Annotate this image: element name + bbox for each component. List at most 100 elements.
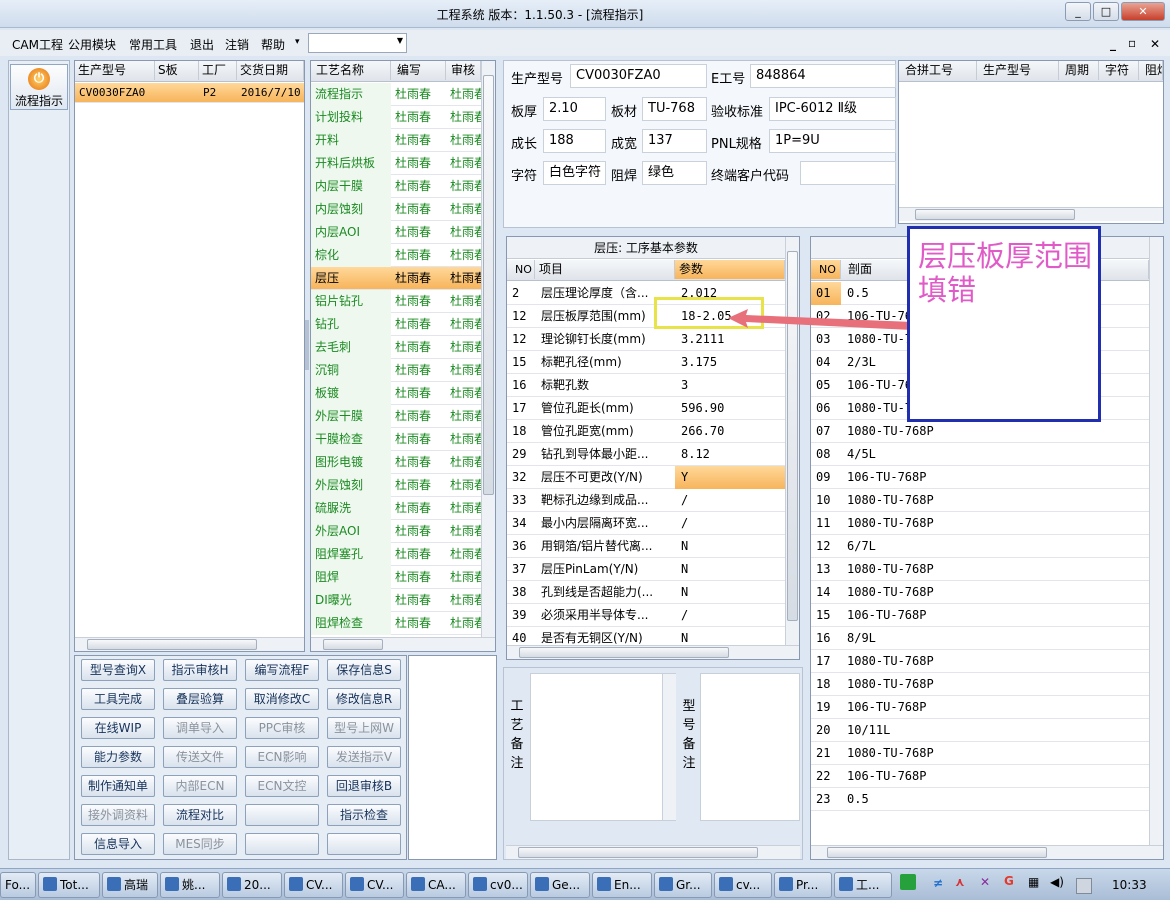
table-row[interactable]: 内层干膜 杜雨春 杜雨春 xyxy=(311,175,481,198)
material-field[interactable]: TU-768 xyxy=(642,97,707,121)
table-row[interactable]: 去毛刺 杜雨春 杜雨春 xyxy=(311,336,481,359)
scroll-thumb[interactable] xyxy=(915,209,1075,220)
menu-tools[interactable]: 常用工具 xyxy=(129,36,177,53)
table-row[interactable]: 10 1080-TU-768P xyxy=(811,489,1149,512)
taskbar-button[interactable]: CV... xyxy=(345,872,404,898)
stack-grid-vscrollbar[interactable] xyxy=(1149,237,1163,845)
table-row[interactable]: 23 0.5 xyxy=(811,788,1149,811)
pnl-field[interactable]: 1P=9U xyxy=(769,129,896,153)
col-header-cycle[interactable]: 周期 xyxy=(1059,61,1099,80)
table-row[interactable]: 14 1080-TU-768P xyxy=(811,581,1149,604)
part-no-field[interactable]: CV0030FZA0 xyxy=(570,64,707,88)
table-row[interactable]: 板镀 杜雨春 杜雨春 xyxy=(311,382,481,405)
remarks-hscrollbar[interactable] xyxy=(506,845,800,859)
taskbar-button[interactable]: Ge... xyxy=(530,872,590,898)
scroll-thumb[interactable] xyxy=(323,639,383,650)
col-header-no[interactable]: NO xyxy=(811,260,841,279)
col-header-delivery-date[interactable]: 交货日期 xyxy=(237,61,304,80)
table-row[interactable]: 17 1080-TU-768P xyxy=(811,650,1149,673)
thickness-field[interactable]: 2.10 xyxy=(543,97,606,121)
table-row[interactable]: 干膜检查 杜雨春 杜雨春 xyxy=(311,428,481,451)
table-row[interactable]: 16 标靶孔数 3 xyxy=(507,374,785,397)
action-button[interactable]: 工具完成 xyxy=(81,688,155,710)
tray-app-icon[interactable]: G xyxy=(1004,874,1014,888)
action-button[interactable]: 内部ECN xyxy=(163,775,237,797)
remark-vscrollbar[interactable] xyxy=(662,674,676,820)
mdi-close-button[interactable]: ✕ xyxy=(1150,37,1160,51)
merge-grid-hscrollbar[interactable] xyxy=(899,207,1163,221)
table-row[interactable]: 阻焊 杜雨春 杜雨春 xyxy=(311,566,481,589)
mdi-minimize-button[interactable]: _ xyxy=(1110,37,1116,51)
action-button[interactable]: 修改信息R xyxy=(327,688,401,710)
table-row[interactable]: DI曝光 杜雨春 杜雨春 xyxy=(311,589,481,612)
col-header-char[interactable]: 字符 xyxy=(1099,61,1139,80)
blank-button[interactable] xyxy=(245,804,319,826)
table-row[interactable]: 流程指示 杜雨春 杜雨春 xyxy=(311,83,481,106)
table-row[interactable]: 22 106-TU-768P xyxy=(811,765,1149,788)
table-row[interactable]: 29 钻孔到导体最小距... 8.12 xyxy=(507,443,785,466)
table-row[interactable]: 15 标靶孔径(mm) 3.175 xyxy=(507,351,785,374)
taskbar-button[interactable]: En... xyxy=(592,872,652,898)
process-grid-vscrollbar[interactable] xyxy=(481,61,495,637)
taskbar-button[interactable]: cv0... xyxy=(468,872,528,898)
col-header-mask[interactable]: 阻焊 xyxy=(1139,61,1163,80)
taskbar-clock[interactable]: 10:33 xyxy=(1112,878,1147,892)
taskbar-button[interactable]: Pr... xyxy=(774,872,832,898)
table-row[interactable]: 棕化 杜雨春 杜雨春 xyxy=(311,244,481,267)
tray-app-icon[interactable]: ⋏ xyxy=(955,875,965,889)
table-row[interactable]: 开料后烘板 杜雨春 杜雨春 xyxy=(311,152,481,175)
taskbar-button[interactable]: cv... xyxy=(714,872,772,898)
menu-cam[interactable]: CAM工程 xyxy=(12,36,63,53)
mask-field[interactable]: 绿色 xyxy=(642,161,707,185)
taskbar-button[interactable]: 高瑞 xyxy=(102,872,158,898)
action-center-icon[interactable] xyxy=(1076,878,1092,894)
splitter-handle[interactable] xyxy=(305,320,309,370)
table-row[interactable]: 钻孔 杜雨春 杜雨春 xyxy=(311,313,481,336)
action-button[interactable]: 编写流程F xyxy=(245,659,319,681)
mdi-restore-button[interactable]: ▫ xyxy=(1128,36,1136,50)
param-grid-vscrollbar[interactable] xyxy=(785,237,799,645)
table-row[interactable]: 硫脲洗 杜雨春 杜雨春 xyxy=(311,497,481,520)
action-button[interactable]: 保存信息S xyxy=(327,659,401,681)
table-row[interactable]: 外层AOI 杜雨春 杜雨春 xyxy=(311,520,481,543)
menu-exit[interactable]: 退出 xyxy=(190,36,214,53)
width-field[interactable]: 137 xyxy=(642,129,707,153)
action-button[interactable]: PPC审核 xyxy=(245,717,319,739)
menu-public-module[interactable]: 公用模块 xyxy=(68,36,116,53)
stack-grid-hscrollbar[interactable] xyxy=(811,845,1163,859)
col-header-item[interactable]: 项目 xyxy=(535,260,675,279)
table-row[interactable]: 开料 杜雨春 杜雨春 xyxy=(311,129,481,152)
col-header-factory[interactable]: 工厂 xyxy=(199,61,237,80)
scroll-thumb[interactable] xyxy=(518,847,758,858)
process-remark-input[interactable] xyxy=(530,673,676,821)
action-button[interactable]: ECN文控 xyxy=(245,775,319,797)
scroll-thumb[interactable] xyxy=(519,647,729,658)
taskbar-button[interactable]: CA... xyxy=(406,872,466,898)
char-field[interactable]: 白色字符 xyxy=(543,161,606,185)
table-row[interactable]: 16 8/9L xyxy=(811,627,1149,650)
action-button[interactable]: MES同步 xyxy=(163,833,237,855)
customer-field[interactable] xyxy=(800,161,896,185)
table-row[interactable]: 阻焊检查 杜雨春 杜雨春 xyxy=(311,612,481,635)
model-remark-input[interactable] xyxy=(700,673,800,821)
action-button[interactable]: 回退审核B xyxy=(327,775,401,797)
table-row[interactable]: 铝片钻孔 杜雨春 杜雨春 xyxy=(311,290,481,313)
param-grid-hscrollbar[interactable] xyxy=(507,645,799,659)
col-header-param[interactable]: 参数 xyxy=(675,260,785,279)
table-row[interactable]: 11 1080-TU-768P xyxy=(811,512,1149,535)
action-button[interactable]: 指示检查 xyxy=(327,804,401,826)
table-row[interactable]: 07 1080-TU-768P xyxy=(811,420,1149,443)
table-row[interactable]: 内层蚀刻 杜雨春 杜雨春 xyxy=(311,198,481,221)
col-header-writer[interactable]: 编写 xyxy=(391,61,446,80)
table-row[interactable]: 17 管位孔距长(mm) 596.90 xyxy=(507,397,785,420)
table-row[interactable]: 36 用铜箔/铝片替代离... N xyxy=(507,535,785,558)
col-header-process[interactable]: 工艺名称 xyxy=(311,61,391,80)
e-no-field[interactable]: 848864 xyxy=(750,64,896,88)
table-row[interactable]: 32 层压不可更改(Y/N) Y xyxy=(507,466,785,489)
action-button[interactable]: 型号查询X xyxy=(81,659,155,681)
action-button[interactable]: 能力参数 xyxy=(81,746,155,768)
table-row[interactable]: 18 1080-TU-768P xyxy=(811,673,1149,696)
taskbar-button[interactable]: Gr... xyxy=(654,872,712,898)
action-button[interactable]: 接外调资料 xyxy=(81,804,155,826)
menu-help[interactable]: 帮助 xyxy=(261,36,285,53)
